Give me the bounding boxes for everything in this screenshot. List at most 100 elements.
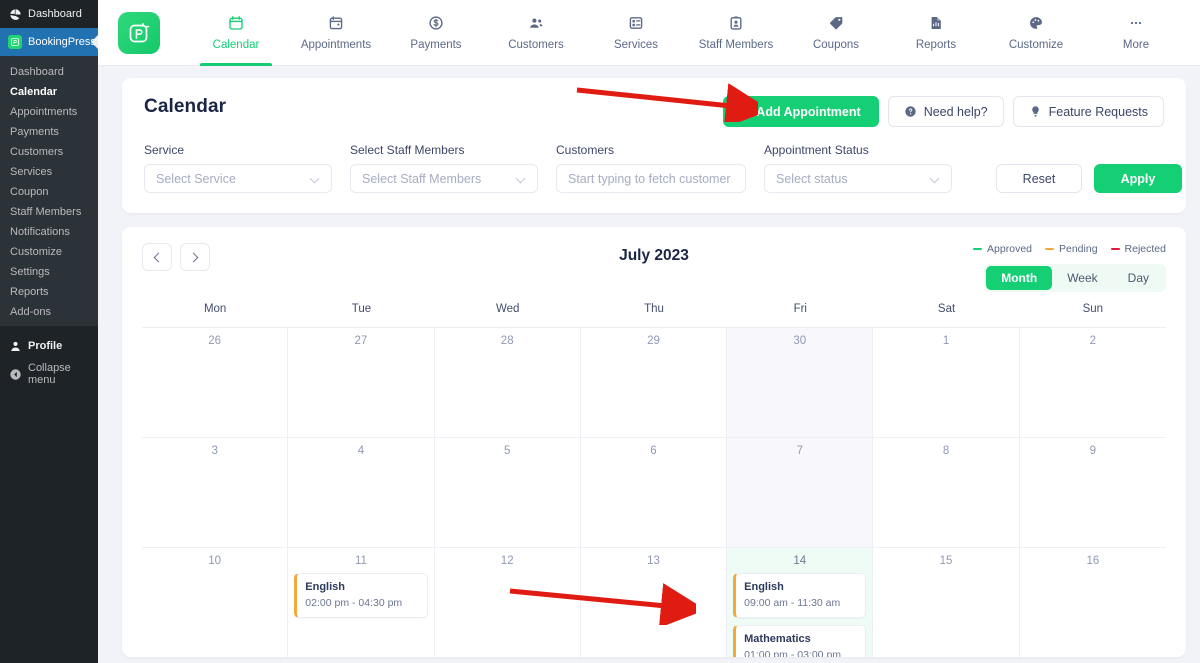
calendar-day-cell[interactable]: 3	[142, 438, 289, 547]
calendar-day-number: 16	[1086, 555, 1100, 567]
sidebar-subitem-services[interactable]: Services	[0, 162, 98, 182]
sidebar-item-profile[interactable]: Profile	[0, 332, 98, 360]
tab-more[interactable]: More	[1086, 0, 1186, 66]
sidebar-subitem-payments[interactable]: Payments	[0, 122, 98, 142]
calendar-week-row: 3 4 5 6 7 8 9	[142, 438, 1166, 548]
status-select[interactable]: Select status	[764, 164, 952, 193]
tab-appointments[interactable]: Appointments	[286, 0, 386, 66]
sidebar-subitem-settings[interactable]: Settings	[0, 262, 98, 282]
status-legend: Approved Pending Rejected	[973, 243, 1166, 255]
calendar-day-headers: Mon Tue Wed Thu Fri Sat Sun	[142, 299, 1166, 327]
day-header-sat: Sat	[937, 303, 956, 315]
calendar-event[interactable]: English 09:00 am - 11:30 am	[733, 573, 867, 618]
sidebar-subitem-customize[interactable]: Customize	[0, 242, 98, 262]
tab-label: Appointments	[300, 38, 372, 51]
add-appointment-button[interactable]: + Add Appointment	[722, 96, 879, 127]
tab-coupons[interactable]: Coupons	[786, 0, 886, 66]
legend-rejected: Rejected	[1110, 243, 1166, 255]
service-select[interactable]: Select Service	[144, 164, 332, 193]
status-filter-group: Appointment Status Select status	[764, 143, 952, 193]
calendar-event-title: English	[305, 581, 346, 593]
tab-staff-members[interactable]: Staff Members	[686, 0, 786, 66]
bookingpress-submenu: Dashboard Calendar Appointments Payments…	[0, 56, 98, 326]
sidebar-subitem-calendar[interactable]: Calendar	[0, 82, 98, 102]
calendar-day-cell[interactable]: 5	[435, 438, 581, 547]
day-header-mon: Mon	[203, 303, 227, 315]
tab-customize[interactable]: Customize	[986, 0, 1086, 66]
tab-label: Coupons	[812, 38, 860, 51]
staff-select[interactable]: Select Staff Members	[350, 164, 538, 193]
sidebar-subitem-dashboard[interactable]: Dashboard	[0, 62, 98, 82]
calendar-day-number: 13	[647, 555, 660, 567]
page-content: Calendar + Add Appointment Need help? Fe…	[98, 66, 1200, 663]
day-header-wed: Wed	[495, 303, 520, 315]
dashboard-icon	[8, 7, 22, 21]
view-week-button[interactable]: Week	[1052, 266, 1112, 290]
tab-customers[interactable]: Customers	[486, 0, 586, 66]
calendar-day-cell[interactable]: 26	[142, 328, 289, 437]
calendar-day-cell[interactable]: 14 English 09:00 am - 11:30 am Mathematics 0…	[727, 548, 874, 657]
calendar-day-cell[interactable]: 15	[873, 548, 1020, 657]
calendar-day-cell[interactable]: 7	[727, 438, 874, 547]
chevron-right-icon	[188, 252, 199, 262]
sidebar-subitem-reports[interactable]: Reports	[0, 282, 98, 302]
calendar-icon	[228, 15, 244, 32]
sidebar-subitem-notifications[interactable]: Notifications	[0, 222, 98, 242]
calendar-day-cell[interactable]: 11 English 02:00 pm - 04:30 pm	[288, 548, 435, 657]
help-circle-icon	[904, 105, 917, 118]
tab-services[interactable]: Services	[586, 0, 686, 66]
calendar-day-number: 7	[796, 445, 803, 457]
calendar-day-cell[interactable]: 13	[581, 548, 728, 657]
sidebar-item-collapse-menu[interactable]: Collapse menu	[0, 360, 98, 388]
legend-approved-label: Approved	[987, 243, 1032, 255]
service-select-value: Select Service	[156, 171, 236, 186]
sidebar-subitem-customers[interactable]: Customers	[0, 142, 98, 162]
sidebar-item-label: Profile	[28, 340, 63, 352]
tab-label: Calendar	[212, 38, 260, 51]
lightbulb-icon	[1029, 105, 1042, 118]
calendar-day-cell[interactable]: 10	[142, 548, 289, 657]
view-month-button[interactable]: Month	[986, 266, 1053, 290]
prev-month-button[interactable]	[142, 243, 172, 271]
calendar-day-number: 27	[354, 335, 368, 347]
tab-calendar[interactable]: Calendar	[186, 0, 286, 66]
legend-rejected-label: Rejected	[1124, 243, 1166, 255]
sidebar-item-bookingpress[interactable]: BookingPress	[0, 28, 98, 56]
customers-search-input[interactable]: Start typing to fetch customer	[556, 164, 746, 193]
calendar-day-cell[interactable]: 16	[1020, 548, 1166, 657]
calendar-event[interactable]: Mathematics 01:00 pm - 03:00 pm	[733, 625, 867, 657]
sidebar-item-dashboard[interactable]: Dashboard	[0, 0, 98, 28]
reset-button[interactable]: Reset	[996, 164, 1082, 193]
need-help-button[interactable]: Need help?	[887, 96, 1004, 127]
view-day-button[interactable]: Day	[1113, 266, 1164, 290]
status-filter-label: Appointment Status	[764, 143, 869, 157]
calendar-event[interactable]: English 02:00 pm - 04:30 pm	[294, 573, 428, 618]
calendar-day-cell[interactable]: 12	[435, 548, 581, 657]
calendar-day-cell[interactable]: 29	[581, 328, 728, 437]
calendar-day-number: 9	[1089, 445, 1097, 457]
calendar-day-cell[interactable]: 28	[435, 328, 581, 437]
sidebar-subitem-addons[interactable]: Add-ons	[0, 302, 98, 322]
tab-label: Staff Members	[698, 38, 774, 51]
calendar-day-cell[interactable]: 1	[873, 328, 1020, 437]
ellipsis-icon	[1128, 15, 1144, 32]
tab-payments[interactable]: Payments	[386, 0, 486, 66]
day-header-thu: Thu	[644, 303, 664, 315]
calendar-day-cell[interactable]: 30	[727, 328, 874, 437]
tab-reports[interactable]: Reports	[886, 0, 986, 66]
bookingpress-logo-icon[interactable]	[118, 11, 160, 54]
next-month-button[interactable]	[180, 243, 210, 271]
calendar-day-cell[interactable]: 9	[1020, 438, 1166, 547]
calendar-day-cell[interactable]: 6	[581, 438, 728, 547]
calendar-day-cell[interactable]: 4	[288, 438, 435, 547]
calendar-day-cell[interactable]: 27	[288, 328, 435, 437]
calendar-day-cell[interactable]: 2	[1020, 328, 1166, 437]
sidebar-subitem-appointments[interactable]: Appointments	[0, 102, 98, 122]
tab-label: Payments	[410, 38, 462, 51]
apply-button[interactable]: Apply	[1094, 164, 1182, 193]
feature-requests-button[interactable]: Feature Requests	[1012, 96, 1164, 127]
calendar-day-number: 15	[939, 555, 953, 567]
sidebar-subitem-coupon[interactable]: Coupon	[0, 182, 98, 202]
calendar-day-cell[interactable]: 8	[873, 438, 1020, 547]
sidebar-subitem-staff-members[interactable]: Staff Members	[0, 202, 98, 222]
